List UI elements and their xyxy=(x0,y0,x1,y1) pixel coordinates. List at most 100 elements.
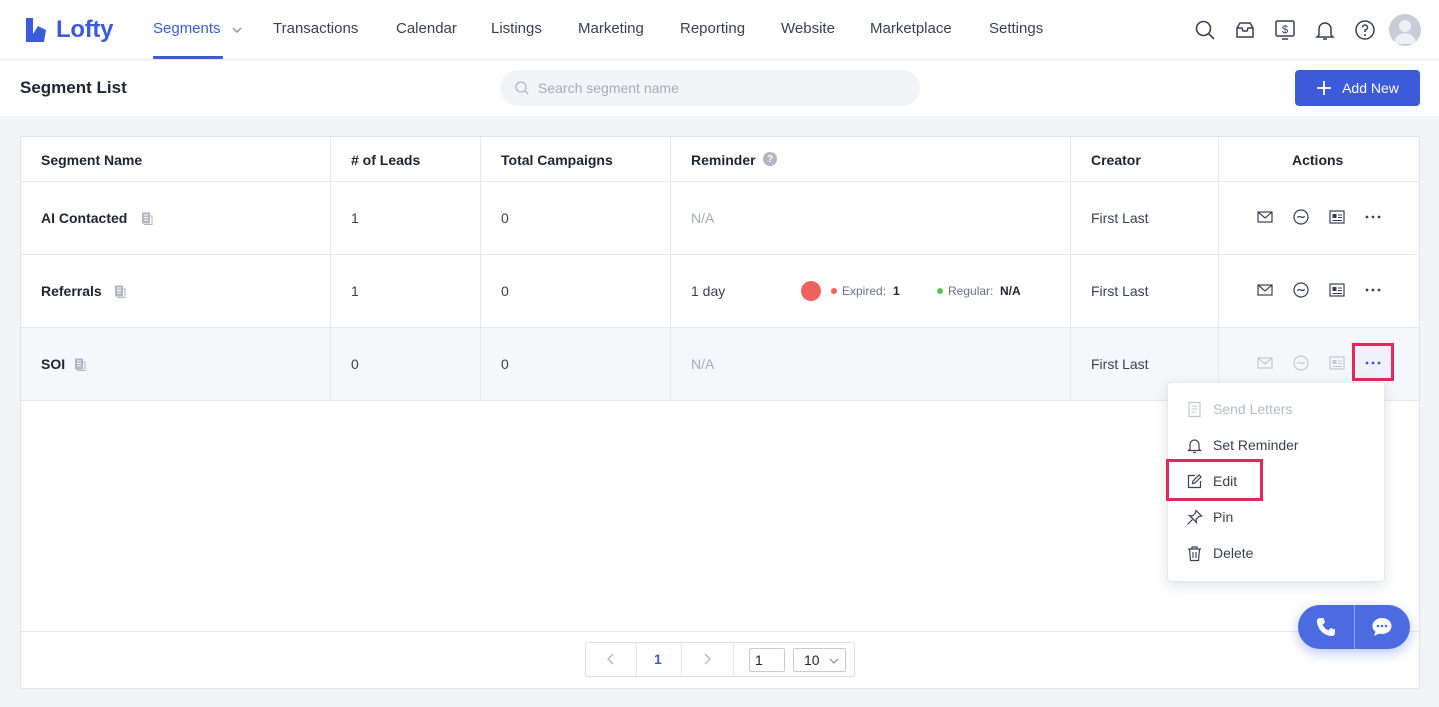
campaign-icon[interactable] xyxy=(1292,354,1310,372)
column-divider xyxy=(670,137,671,400)
document-icon[interactable] xyxy=(74,358,86,371)
bell-icon xyxy=(1187,438,1202,453)
nav-reporting[interactable]: Reporting xyxy=(680,20,745,37)
row-divider xyxy=(21,181,1419,182)
column-divider xyxy=(330,137,331,400)
expired-label: Expired: xyxy=(842,284,887,298)
pagination-divider xyxy=(21,631,1419,632)
user-avatar[interactable] xyxy=(1389,14,1421,46)
menu-item-label: Pin xyxy=(1213,509,1234,525)
nav-marketplace[interactable]: Marketplace xyxy=(870,20,952,37)
campaigns-count: 0 xyxy=(501,210,509,226)
more-options-icon[interactable] xyxy=(1364,281,1382,299)
regular-label: Regular: xyxy=(948,284,994,298)
app-name: Lofty xyxy=(56,16,114,43)
pager-divider xyxy=(733,643,734,676)
nav-calendar[interactable]: Calendar xyxy=(396,20,457,37)
email-icon[interactable] xyxy=(1256,281,1274,299)
more-options-icon[interactable] xyxy=(1364,208,1382,226)
more-options-icon[interactable] xyxy=(1364,354,1382,372)
billing-icon[interactable]: $ xyxy=(1273,18,1297,42)
chevron-right-icon[interactable] xyxy=(700,652,714,666)
column-actions: Actions xyxy=(1292,152,1344,168)
campaign-icon[interactable] xyxy=(1292,208,1310,226)
menu-item-label: Set Reminder xyxy=(1213,437,1299,453)
bell-icon[interactable] xyxy=(1313,18,1337,42)
column-total-campaigns[interactable]: Total Campaigns xyxy=(501,152,613,168)
regular-dot xyxy=(937,288,943,294)
nav-marketing[interactable]: Marketing xyxy=(578,20,644,37)
reminder-value: 1 day xyxy=(691,283,726,299)
nav-settings[interactable]: Settings xyxy=(989,20,1043,37)
column-divider xyxy=(1218,137,1219,400)
trash-icon xyxy=(1188,545,1201,561)
creator-name: First Last xyxy=(1091,283,1149,299)
pager-divider xyxy=(636,643,637,676)
page-size-select[interactable]: 10 xyxy=(793,648,846,672)
column-creator[interactable]: Creator xyxy=(1091,152,1141,168)
svg-text:$: $ xyxy=(1282,24,1288,36)
email-icon[interactable] xyxy=(1256,354,1274,372)
campaigns-count: 0 xyxy=(501,283,509,299)
document-icon[interactable] xyxy=(114,285,126,298)
pager-divider xyxy=(681,643,682,676)
expired-dot xyxy=(831,288,837,294)
menu-pin[interactable]: Pin xyxy=(1186,507,1233,527)
leads-count: 1 xyxy=(351,210,359,226)
menu-send-letters[interactable]: Send Letters xyxy=(1186,399,1292,419)
segment-name[interactable]: SOI xyxy=(41,356,65,372)
chat-icon[interactable] xyxy=(1370,615,1394,639)
column-reminder[interactable]: Reminder xyxy=(691,152,756,168)
segment-name[interactable]: Referrals xyxy=(41,283,102,299)
leads-count: 1 xyxy=(351,283,359,299)
page-size-value: 10 xyxy=(804,652,820,668)
segment-name[interactable]: AI Contacted xyxy=(41,210,127,226)
column-divider xyxy=(480,137,481,400)
nav-transactions[interactable]: Transactions xyxy=(273,20,358,37)
chevron-left-icon[interactable] xyxy=(604,652,618,666)
add-new-label: Add New xyxy=(1342,80,1399,96)
nav-segments[interactable]: Segments xyxy=(153,20,221,37)
search-input[interactable] xyxy=(538,78,898,98)
leads-count: 0 xyxy=(351,356,359,372)
reminder-value: N/A xyxy=(691,356,715,372)
avatar-icon xyxy=(1394,20,1416,44)
goto-page-input[interactable] xyxy=(749,648,785,672)
nav-website[interactable]: Website xyxy=(781,20,835,37)
column-segment-name[interactable]: Segment Name xyxy=(41,152,142,168)
phone-icon[interactable] xyxy=(1314,615,1338,639)
chevron-down-icon[interactable] xyxy=(231,24,243,36)
creator-name: First Last xyxy=(1091,356,1149,372)
menu-item-label: Delete xyxy=(1213,545,1254,561)
current-page[interactable]: 1 xyxy=(654,651,662,667)
inbox-icon[interactable] xyxy=(1233,18,1257,42)
campaign-icon[interactable] xyxy=(1292,281,1310,299)
lofty-logo[interactable]: Lofty xyxy=(24,16,113,44)
help-icon[interactable] xyxy=(1353,18,1377,42)
column-leads[interactable]: # of Leads xyxy=(351,152,420,168)
expired-value: 1 xyxy=(893,284,900,298)
reminder-help-icon[interactable]: ? xyxy=(763,152,777,166)
nav-listings[interactable]: Listings xyxy=(491,20,542,37)
menu-delete[interactable]: Delete xyxy=(1186,543,1253,563)
letter-icon[interactable] xyxy=(1328,354,1346,372)
search-icon[interactable] xyxy=(1193,18,1217,42)
page-title: Segment List xyxy=(20,78,127,97)
search-icon xyxy=(515,81,529,95)
letter-icon[interactable] xyxy=(1328,208,1346,226)
chevron-down-icon xyxy=(829,658,839,664)
document-icon[interactable] xyxy=(141,212,153,225)
menu-set-reminder[interactable]: Set Reminder xyxy=(1186,435,1299,455)
regular-value: N/A xyxy=(1000,284,1021,298)
email-icon[interactable] xyxy=(1256,208,1274,226)
plus-icon xyxy=(1317,81,1332,95)
add-new-button[interactable]: Add New xyxy=(1295,70,1420,106)
contact-widget-divider xyxy=(1354,605,1355,649)
row-divider xyxy=(21,254,1419,255)
letter-icon[interactable] xyxy=(1328,281,1346,299)
campaigns-count: 0 xyxy=(501,356,509,372)
column-divider xyxy=(1070,137,1071,400)
pin-icon xyxy=(1187,508,1203,525)
reminder-value: N/A xyxy=(691,210,715,226)
row-divider xyxy=(21,327,1419,328)
